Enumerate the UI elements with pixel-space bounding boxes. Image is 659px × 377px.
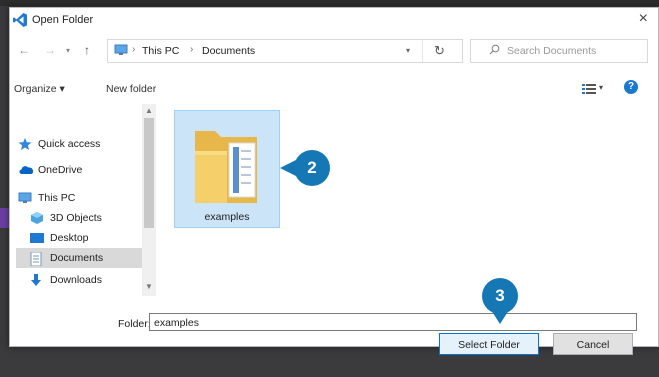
nav-item-label: OneDrive [38,164,83,176]
vscode-icon [12,12,28,31]
nav-item-label: This PC [38,192,76,204]
nav-item-label: Downloads [50,274,102,286]
this-pc-icon [114,44,128,59]
cancel-button[interactable]: Cancel [553,333,633,355]
dialog-title: Open Folder [32,14,94,26]
organize-button[interactable]: Organize ▾ [14,83,65,95]
address-dropdown-icon[interactable]: ▾ [406,46,410,55]
help-icon[interactable]: ? [624,80,638,94]
recent-locations-chevron-icon[interactable]: ▾ [66,46,70,55]
navigation-pane: Quick access OneDrive This PC 3D Objects… [10,104,158,296]
search-box[interactable]: Search Documents [470,39,648,63]
search-placeholder: Search Documents [507,45,597,57]
title-bar: Open Folder × [10,8,658,32]
scroll-up-icon[interactable]: ▲ [145,106,153,115]
nav-item-label: Desktop [50,232,89,244]
view-chevron-down-icon[interactable]: ▾ [599,83,603,92]
documents-icon [30,251,42,269]
background-app-strip [0,0,659,6]
folder-name-label: examples [204,211,250,223]
nav-item-desktop[interactable]: Desktop [16,228,142,248]
navigation-row: ← → ▾ ↑ › This PC › Documents ▾ ↻ Search… [10,38,658,64]
cube-icon [30,212,44,227]
nav-item-3d-objects[interactable]: 3D Objects [16,208,142,228]
nav-item-label: Documents [50,252,104,264]
breadcrumb-separator: › [190,44,194,55]
up-arrow-icon[interactable]: ↑ [84,43,90,57]
address-bar[interactable]: › This PC › Documents ▾ ↻ [107,39,463,63]
close-button[interactable]: × [639,10,648,28]
nav-item-label: 3D Objects [50,212,102,224]
cloud-icon [18,164,34,177]
view-options-icon[interactable] [582,84,596,97]
select-folder-button[interactable]: Select Folder [439,333,539,355]
command-toolbar: Organize ▾ New folder ▾ ? [10,78,658,98]
folder-item-examples[interactable]: examples [174,110,280,228]
step-2-callout: 2 [294,150,330,186]
scrollbar-thumb[interactable] [144,118,154,228]
nav-item-downloads[interactable]: Downloads [16,270,142,290]
file-list-pane: examples [160,104,658,300]
breadcrumb-separator: › [132,44,136,55]
download-icon [30,274,42,289]
nav-item-documents[interactable]: Documents [16,248,142,268]
back-arrow-icon[interactable]: ← [18,43,30,57]
desktop-icon [30,232,44,247]
nav-item-this-pc[interactable]: This PC [16,188,142,208]
star-icon [18,138,32,153]
folder-name-input[interactable]: examples [149,313,637,331]
scroll-down-icon[interactable]: ▼ [145,282,153,291]
computer-icon [18,192,32,207]
nav-item-onedrive[interactable]: OneDrive [16,160,142,180]
search-icon [489,44,500,58]
new-folder-button[interactable]: New folder [106,83,156,95]
breadcrumb-this-pc[interactable]: This PC [142,45,179,57]
breadcrumb-documents[interactable]: Documents [202,45,255,57]
forward-arrow-icon[interactable]: → [44,43,56,57]
address-divider [422,40,423,62]
step-3-callout: 3 [482,278,518,314]
nav-item-label: Quick access [38,138,101,150]
folder-field-label: Folder: [118,318,151,330]
refresh-icon[interactable]: ↻ [434,43,445,59]
nav-item-quick-access[interactable]: Quick access [16,134,142,154]
folder-icon [191,121,261,210]
open-folder-dialog: Open Folder × ← → ▾ ↑ › This PC › Docume… [9,7,659,347]
